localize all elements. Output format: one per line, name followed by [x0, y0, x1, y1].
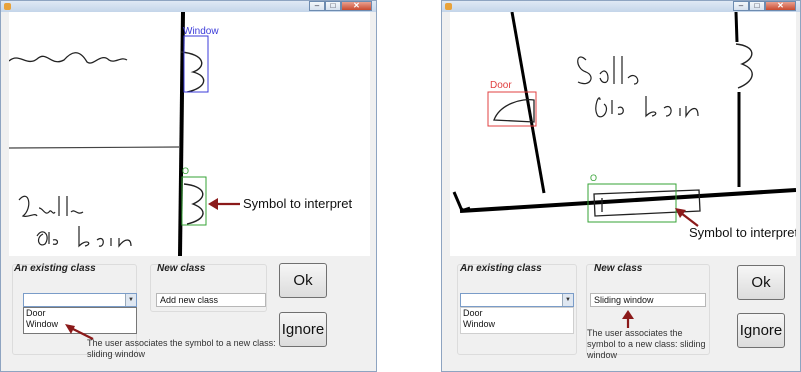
app-icon [445, 3, 452, 10]
symbol-class-label: O [590, 173, 598, 183]
left-app-window: – □ ✕ Window O Symbol to interpret An ex… [0, 0, 377, 372]
right-drawing-canvas[interactable]: Door O Symbol to interpret [450, 12, 796, 256]
left-plan-sketch [9, 12, 240, 256]
minimize-button[interactable]: – [309, 1, 325, 11]
minimize-button[interactable]: – [733, 1, 749, 11]
ok-button[interactable]: Ok [737, 265, 785, 300]
right-title-bar[interactable]: – □ ✕ [442, 1, 800, 12]
left-drawing-canvas[interactable]: Window O Symbol to interpret [9, 12, 370, 256]
close-button[interactable]: ✕ [765, 1, 796, 11]
ignore-button[interactable]: Ignore [737, 313, 785, 348]
door-class-label: Door [490, 80, 512, 91]
window-class-label: Window [183, 26, 219, 37]
symbol-annotation: Symbol to interpret [689, 225, 796, 240]
user-note: The user associates the symbol to a new … [587, 328, 706, 360]
symbol-annotation: Symbol to interpret [243, 196, 353, 211]
window-controls: – □ ✕ [309, 1, 372, 12]
symbol-class-label: O [182, 166, 190, 176]
maximize-button[interactable]: □ [325, 1, 341, 11]
left-classification-panel: An existing class ▼ Door Window New clas… [9, 256, 370, 366]
right-classification-panel: An existing class ▼ Door Window New clas… [450, 256, 796, 366]
left-title-bar[interactable]: – □ ✕ [1, 1, 376, 12]
right-plan-sketch [452, 12, 796, 227]
window-controls: – □ ✕ [733, 1, 796, 12]
app-icon [4, 3, 11, 10]
close-button[interactable]: ✕ [341, 1, 372, 11]
right-app-window: – □ ✕ Door O Symbol to interpret An exis [441, 0, 801, 372]
window-bounding-box [183, 35, 209, 93]
maximize-button[interactable]: □ [749, 1, 765, 11]
user-note: The user associates the symbol to a new … [87, 338, 276, 359]
annotation-arrowhead [208, 198, 218, 210]
